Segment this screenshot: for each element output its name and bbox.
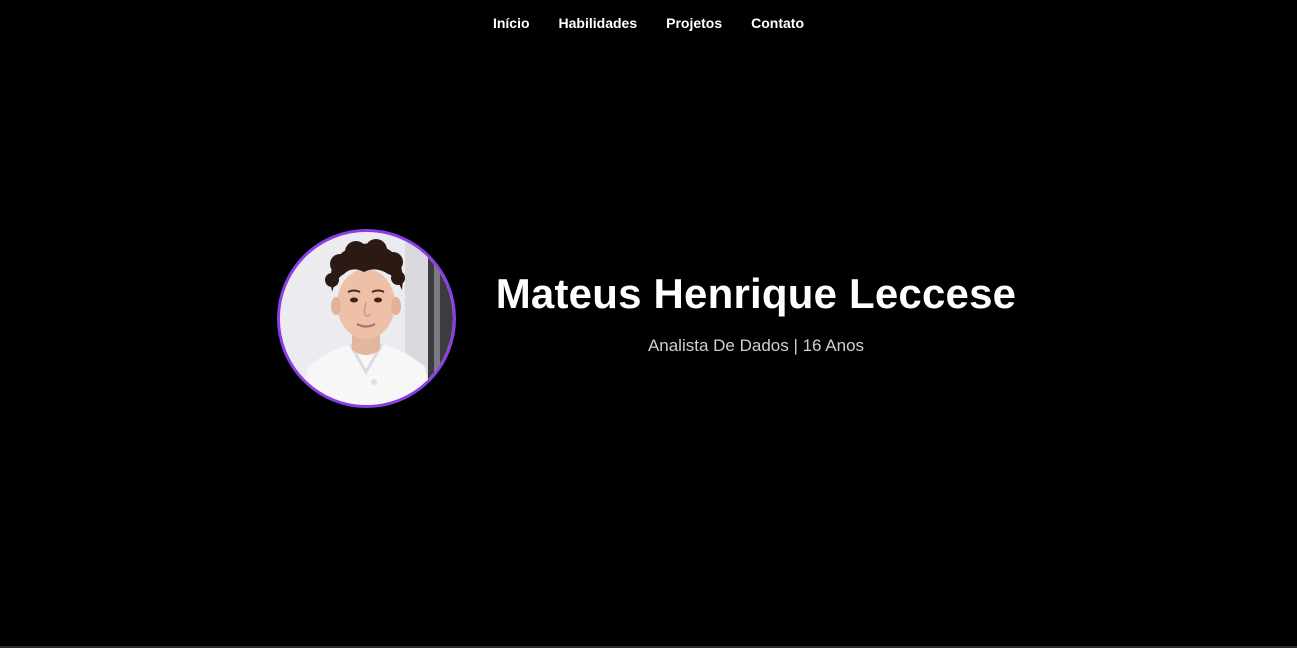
hero-name: Mateus Henrique Leccese <box>495 269 1017 317</box>
nav-link-contato[interactable]: Contato <box>751 14 804 32</box>
hero-section: Mateus Henrique Leccese Analista De Dado… <box>277 229 1026 408</box>
top-nav: Início Habilidades Projetos Contato <box>0 14 1297 32</box>
hero-text: Mateus Henrique Leccese Analista De Dado… <box>486 269 1026 357</box>
nav-link-inicio[interactable]: Início <box>493 14 530 32</box>
nav-link-projetos[interactable]: Projetos <box>666 14 722 32</box>
profile-photo <box>277 229 456 408</box>
page: Início Habilidades Projetos Contato Mate… <box>0 0 1297 648</box>
nav-link-habilidades[interactable]: Habilidades <box>559 14 638 32</box>
hero-subtitle: Analista De Dados | 16 Anos <box>647 335 865 355</box>
